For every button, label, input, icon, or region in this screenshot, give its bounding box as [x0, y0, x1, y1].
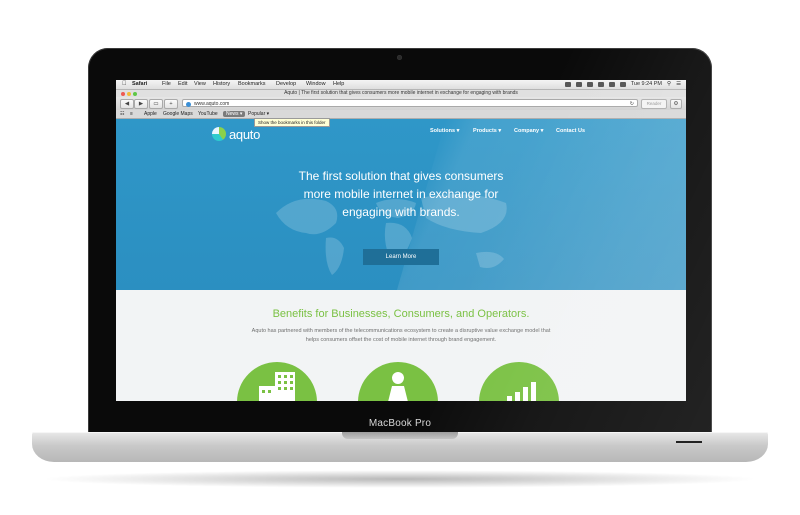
- headline-line: The first solution that gives consumers: [298, 169, 504, 183]
- logo-mark-icon: [212, 127, 226, 141]
- menu-history[interactable]: History: [213, 80, 230, 89]
- benefits-section: Benefits for Businesses, Consumers, and …: [116, 290, 686, 401]
- share-button[interactable]: ▭: [149, 99, 163, 109]
- consumers-circle[interactable]: [358, 362, 438, 401]
- chevron-down-icon: ▾: [498, 128, 502, 134]
- menu-file[interactable]: File: [162, 80, 171, 89]
- back-button[interactable]: ◀: [120, 99, 134, 109]
- chevron-down-icon: ▾: [456, 128, 460, 134]
- building-icon: [259, 372, 295, 401]
- benefits-title: Benefits for Businesses, Consumers, and …: [272, 308, 530, 320]
- window-titlebar: Aquto | The first solution that gives co…: [116, 90, 686, 97]
- chevron-down-icon: ▾: [540, 128, 544, 134]
- bookmarks-icon[interactable]: ≡: [130, 110, 133, 118]
- downloads-button[interactable]: ⚙: [670, 99, 682, 109]
- menu-develop[interactable]: Develop: [276, 80, 296, 89]
- nav-products[interactable]: Products ▾: [473, 128, 501, 134]
- aquto-logo[interactable]: aquto: [212, 126, 260, 142]
- reader-button[interactable]: Reader: [641, 99, 667, 109]
- nav-products-label: Products: [473, 128, 497, 134]
- headline-line: more mobile internet in exchange for: [303, 187, 499, 201]
- menubar-clock[interactable]: Tue 9:24 PM: [631, 80, 662, 89]
- address-bar-text: www.aquto.com: [194, 101, 230, 107]
- address-bar[interactable]: www.aquto.com ↻: [182, 99, 638, 107]
- dropbox-icon[interactable]: [564, 82, 571, 87]
- notifications-icon[interactable]: ☰: [676, 80, 681, 89]
- search-icon[interactable]: ⚲: [667, 80, 671, 89]
- volume-icon[interactable]: [608, 82, 615, 87]
- learn-more-button[interactable]: Learn More: [363, 249, 439, 265]
- menu-edit[interactable]: Edit: [178, 80, 187, 89]
- site-favicon-icon: [186, 101, 191, 107]
- os-menubar:  Safari File Edit View History Bookmark…: [116, 80, 686, 90]
- laptop-shadow: [40, 470, 760, 488]
- bookmark-youtube[interactable]: YouTube: [198, 110, 218, 118]
- time-machine-icon[interactable]: [575, 82, 582, 87]
- menu-view[interactable]: View: [194, 80, 206, 89]
- bookmark-apple[interactable]: Apple: [144, 110, 157, 118]
- camera-icon: [397, 55, 402, 60]
- bar-chart-icon: [507, 382, 536, 401]
- lid-opening-notch: [342, 432, 458, 439]
- sleep-indicator: [676, 441, 702, 443]
- bookmark-popular-label: Popular: [248, 111, 266, 117]
- reload-icon[interactable]: ↻: [630, 100, 634, 108]
- menu-bookmarks[interactable]: Bookmarks: [238, 80, 266, 89]
- bookmark-news[interactable]: News ▾: [223, 111, 246, 117]
- bookmarks-bar: ☷ ≡ Apple Google Maps YouTube News ▾ Pop…: [116, 110, 686, 119]
- reading-list-icon[interactable]: ☷: [120, 110, 124, 118]
- nav-solutions[interactable]: Solutions ▾: [430, 128, 459, 134]
- operators-circle[interactable]: [479, 362, 559, 401]
- wifi-icon[interactable]: [597, 82, 604, 87]
- battery-icon[interactable]: [619, 82, 626, 87]
- hero-headline: The first solution that gives consumers …: [246, 167, 556, 221]
- nav-contact-us[interactable]: Contact Us: [556, 128, 585, 134]
- app-menu[interactable]: Safari: [132, 80, 147, 89]
- menu-help[interactable]: Help: [333, 80, 344, 89]
- bluetooth-icon[interactable]: [586, 82, 593, 87]
- bookmark-google-maps[interactable]: Google Maps: [163, 110, 193, 118]
- forward-button[interactable]: ▶: [134, 99, 148, 109]
- status-area: Tue 9:24 PM ⚲ ☰: [564, 80, 681, 89]
- apple-icon[interactable]: : [122, 80, 127, 89]
- close-window-icon[interactable]: [121, 91, 125, 96]
- person-icon: [388, 372, 408, 401]
- nav-solutions-label: Solutions: [430, 128, 456, 134]
- businesses-circle[interactable]: [237, 362, 317, 401]
- benefits-body: Aquto has partnered with members of the …: [211, 327, 591, 345]
- headline-line: engaging with brands.: [342, 205, 460, 219]
- browser-toolbar: ◀ ▶ ▭ + www.aquto.com ↻ Reader ⚙: [116, 97, 686, 110]
- bookmark-news-label: News: [226, 111, 239, 117]
- benefits-body-line: Aquto has partnered with members of the …: [251, 328, 551, 334]
- device-label: MacBook Pro: [368, 418, 432, 429]
- nav-company[interactable]: Company ▾: [514, 128, 543, 134]
- hero-section: aquto Solutions ▾ Products ▾ Company ▾ C…: [116, 119, 686, 290]
- bookmark-tooltip: Show the bookmarks in this folder: [254, 118, 330, 127]
- benefits-body-line: helps consumers offset the cost of mobil…: [305, 337, 497, 343]
- window-title: Aquto | The first solution that gives co…: [284, 90, 518, 96]
- new-tab-button[interactable]: +: [164, 99, 178, 109]
- screen:  Safari File Edit View History Bookmark…: [116, 80, 686, 401]
- minimize-window-icon[interactable]: [127, 91, 131, 96]
- bookmark-popular[interactable]: Popular ▾: [248, 110, 269, 118]
- logo-text: aquto: [229, 126, 261, 142]
- zoom-window-icon[interactable]: [133, 91, 137, 96]
- nav-company-label: Company: [514, 128, 540, 134]
- menu-window[interactable]: Window: [306, 80, 326, 89]
